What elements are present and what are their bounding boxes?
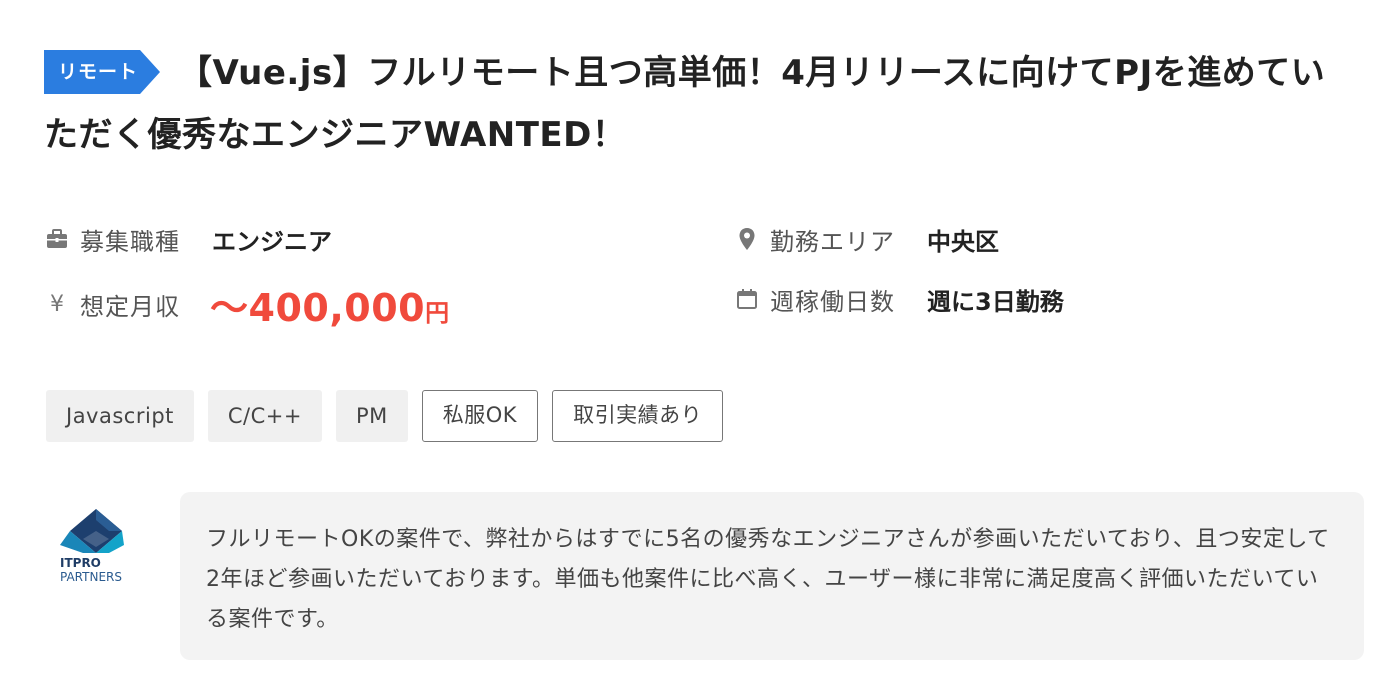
salary-unit: 円 bbox=[425, 298, 450, 327]
calendar-icon bbox=[736, 288, 758, 310]
remote-badge: リモート bbox=[44, 50, 160, 94]
briefcase-icon bbox=[46, 228, 68, 250]
salary-value: 〜400,000 bbox=[210, 285, 426, 330]
job-title-block[interactable]: リモート 【Vue.js】フルリモート且つ高単価！4月リリースに向けてPJを進めて… bbox=[44, 42, 1344, 166]
logo-line2: PARTNERS bbox=[60, 570, 122, 584]
yen-icon: ¥ bbox=[50, 291, 64, 317]
info-value: 中央区 bbox=[927, 227, 999, 256]
tag-trade-record: 取引実績あり bbox=[552, 390, 724, 442]
salary-value-group: 〜400,000 円 bbox=[210, 277, 449, 332]
company-logo-text: ITPRO PARTNERS bbox=[60, 556, 122, 584]
company-comment: フルリモートOKの案件で、弊社からはすでに5名の優秀なエンジニアさんが参画いただ… bbox=[180, 492, 1364, 660]
info-label: 想定月収 bbox=[80, 292, 180, 321]
info-label: 募集職種 bbox=[80, 227, 180, 256]
tag-list: Javascript C/C++ PM 私服OK 取引実績あり bbox=[46, 390, 724, 442]
logo-line1: ITPRO bbox=[60, 556, 101, 570]
info-label: 週稼働日数 bbox=[770, 287, 895, 316]
info-salary: ¥ 想定月収 〜400,000 円 bbox=[46, 280, 449, 330]
job-card[interactable]: リモート 【Vue.js】フルリモート且つ高単価！4月リリースに向けてPJを進めて… bbox=[0, 0, 1394, 690]
tag-javascript: Javascript bbox=[46, 390, 194, 442]
job-title[interactable]: 【Vue.js】フルリモート且つ高単価！4月リリースに向けてPJを進めていただく… bbox=[44, 53, 1325, 155]
info-label: 勤務エリア bbox=[770, 227, 895, 256]
info-position: 募集職種 エンジニア bbox=[46, 219, 332, 259]
info-value: 週に3日勤務 bbox=[927, 287, 1064, 316]
tag-pm: PM bbox=[335, 390, 408, 442]
tag-c-cpp: C/C++ bbox=[207, 390, 322, 442]
map-pin-icon bbox=[736, 228, 758, 250]
info-value: エンジニア bbox=[212, 227, 332, 256]
info-workdays: 週稼働日数 週に3日勤務 bbox=[736, 279, 1064, 319]
info-area: 勤務エリア 中央区 bbox=[736, 219, 999, 259]
tag-casual-dress: 私服OK bbox=[421, 390, 539, 442]
